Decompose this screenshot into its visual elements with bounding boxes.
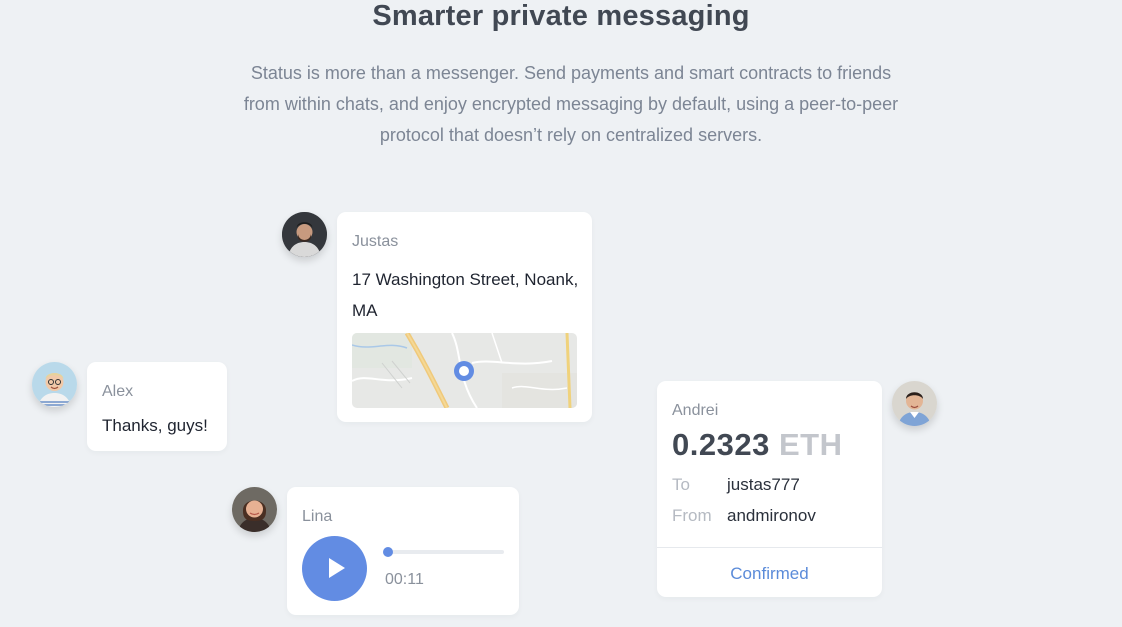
avatar-andrei bbox=[892, 381, 937, 426]
audio-progress-track[interactable] bbox=[386, 550, 504, 554]
play-button[interactable] bbox=[302, 536, 367, 601]
message-text: Thanks, guys! bbox=[102, 416, 208, 435]
from-label: From bbox=[672, 506, 712, 525]
page-subtitle: Status is more than a messenger. Send pa… bbox=[243, 63, 899, 145]
to-value: justas777 bbox=[727, 475, 800, 494]
sender-name: Justas bbox=[352, 233, 399, 250]
sender-name: Andrei bbox=[672, 402, 719, 419]
divider bbox=[657, 547, 882, 548]
from-value: andmironov bbox=[727, 506, 816, 525]
avatar-lina bbox=[232, 487, 277, 532]
location-map[interactable] bbox=[352, 333, 577, 408]
audio-progress-handle[interactable] bbox=[383, 547, 394, 557]
amount-value: 0.2323 bbox=[672, 427, 770, 462]
message-card-lina[interactable]: Lina 00:11 bbox=[287, 487, 519, 615]
message-card-justas[interactable]: Justas 17 Washington Street, Noank, MA bbox=[337, 212, 592, 422]
page-title: Smarter private messaging bbox=[372, 0, 750, 32]
location-address: 17 Washington Street, Noank, MA bbox=[352, 270, 579, 320]
status-confirmed-link[interactable]: Confirmed bbox=[657, 564, 882, 584]
audio-duration: 00:11 bbox=[385, 571, 424, 588]
avatar-justas bbox=[282, 212, 327, 257]
avatar-alex bbox=[32, 362, 77, 407]
to-label: To bbox=[672, 475, 690, 494]
sender-name: Alex bbox=[102, 383, 134, 400]
payment-amount: 0.2323 ETH bbox=[672, 427, 842, 463]
amount-currency: ETH bbox=[778, 427, 843, 462]
message-card-alex[interactable]: Alex Thanks, guys! bbox=[87, 362, 227, 451]
play-icon bbox=[329, 558, 345, 578]
payment-card-andrei[interactable]: Andrei 0.2323 ETH To justas777 From andm… bbox=[657, 381, 882, 597]
sender-name: Lina bbox=[302, 508, 333, 525]
